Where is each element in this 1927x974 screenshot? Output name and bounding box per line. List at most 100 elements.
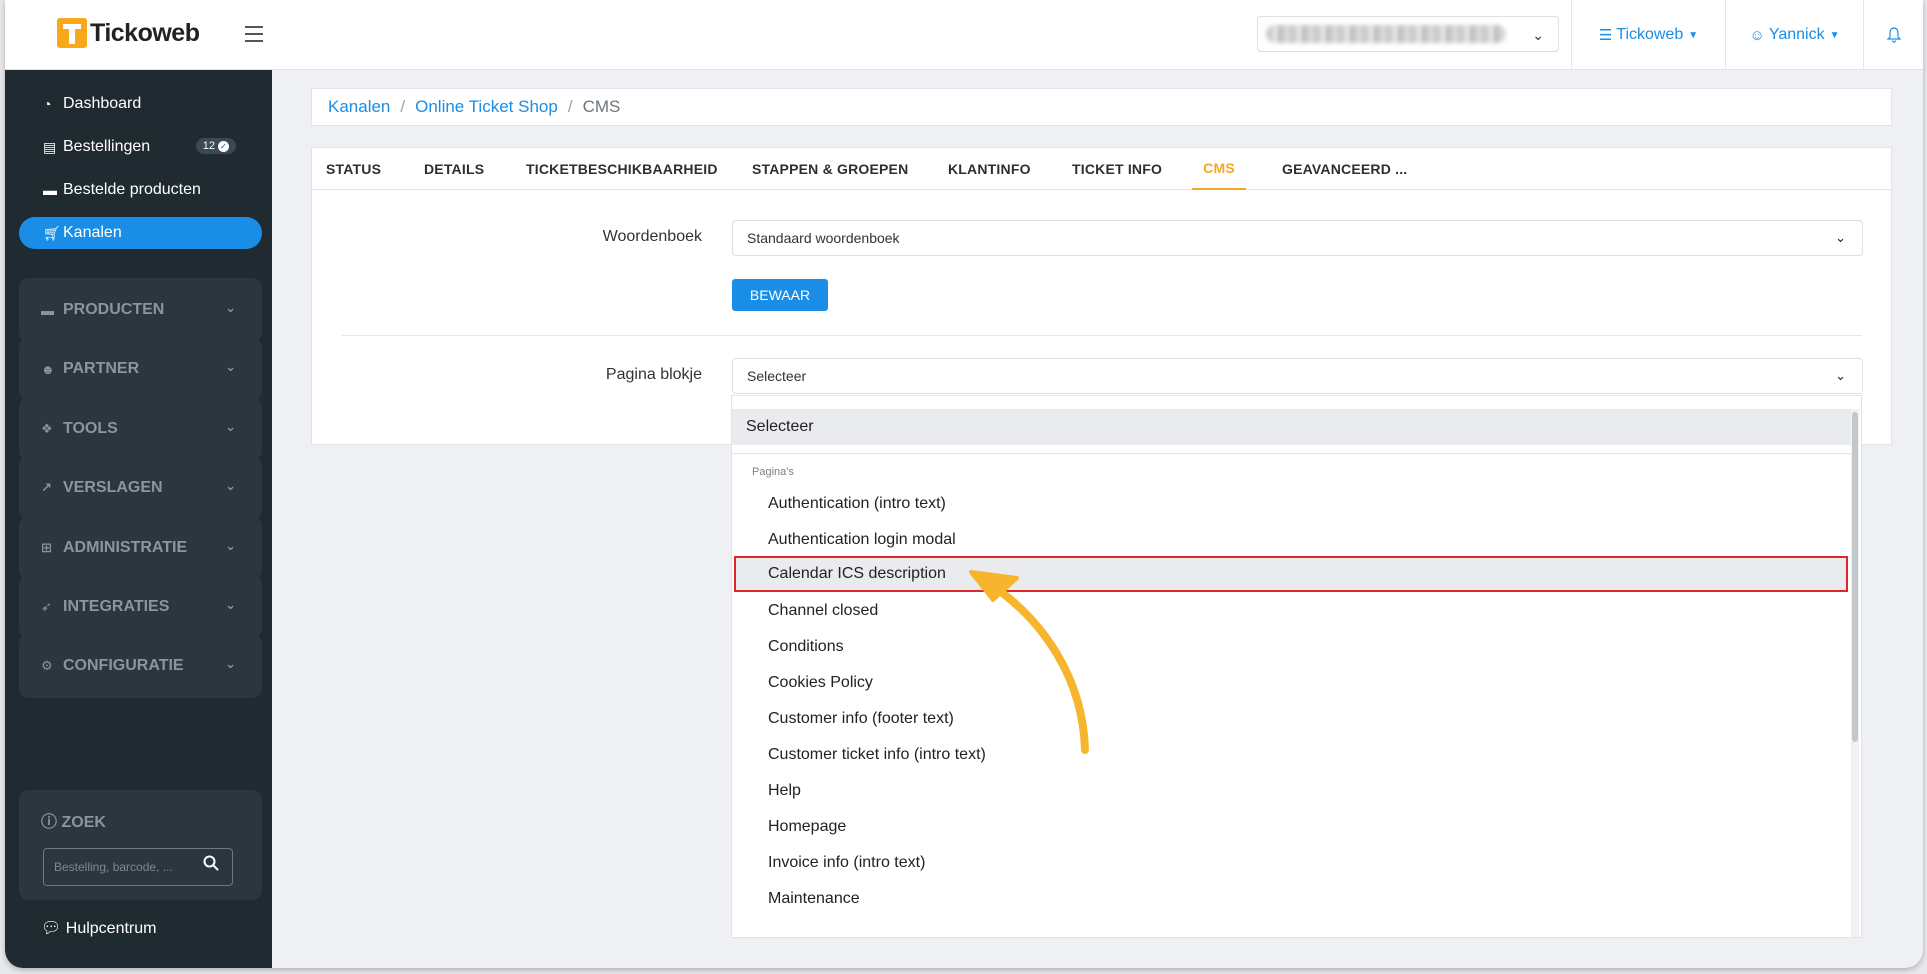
ticket-icon: ▬ — [41, 302, 54, 318]
dashboard-icon: ◔ — [43, 96, 52, 112]
cart-icon: 🛒︎ — [43, 224, 61, 241]
menu-toggle-icon[interactable] — [245, 26, 263, 42]
sidebar-group-label: CONFIGURATIE — [63, 657, 184, 674]
dropdown-option[interactable]: Conditions — [732, 629, 1852, 665]
sidebar-group-label: ADMINISTRATIE — [63, 539, 188, 556]
gear-icon: ⚙ — [41, 658, 53, 673]
sidebar-group-producten[interactable]: ▬ PRODUCTEN ⌄ — [19, 278, 262, 342]
dropdown-option[interactable]: Cookies Policy — [732, 665, 1852, 701]
dictionary-select[interactable]: Standaard woordenboek ⌄ — [732, 220, 1863, 256]
sidebar-group-partner[interactable]: ☻ PARTNER ⌄ — [19, 337, 262, 401]
sidebar-search-panel: ⓘ ZOEK — [19, 790, 262, 900]
dropdown-group-label: Pagina's — [752, 466, 794, 478]
tab-bar: STATUS DETAILS TICKETBESCHIKBAARHEID STA… — [312, 148, 1891, 190]
dropdown-option[interactable]: Maintenance — [732, 881, 1852, 917]
help-center-link[interactable]: 💬︎ Hulpcentrum — [41, 918, 156, 938]
search-icon[interactable] — [203, 855, 219, 876]
search-title: ⓘ ZOEK — [41, 808, 106, 832]
breadcrumb-link-kanalen[interactable]: Kanalen — [328, 97, 390, 117]
organisation-menu-label: Tickoweb — [1616, 26, 1684, 43]
logo[interactable]: Tickoweb — [57, 18, 200, 48]
sidebar-group-configuratie[interactable]: ⚙ CONFIGURATIE ⌄ — [19, 634, 262, 698]
tab-geavanceerd[interactable]: GEAVANCEERD ... — [1282, 148, 1407, 190]
breadcrumb-current: CMS — [582, 97, 621, 116]
tab-ticket-info[interactable]: TICKET INFO — [1072, 148, 1162, 190]
page-block-select[interactable]: Selecteer ⌄ — [732, 358, 1863, 394]
app-window: Tickoweb ⌄ ☰ Tickoweb ▼ ☺ Yannick ▼ ◔ Da… — [5, 0, 1923, 968]
orders-count: 12 — [202, 140, 215, 152]
sliders-icon: ☰ — [1598, 27, 1613, 44]
bell-icon — [1886, 27, 1901, 43]
search-title-text: ZOEK — [61, 814, 106, 831]
tab-ticketbeschikbaarheid[interactable]: TICKETBESCHIKBAARHEID — [526, 148, 718, 190]
dictionary-label: Woordenboek — [602, 228, 702, 245]
sidebar-group-verslagen[interactable]: ↗ VERSLAGEN ⌄ — [19, 456, 262, 520]
dropdown-option[interactable]: Customer info (footer text) — [732, 701, 1852, 737]
chevron-down-icon: ⌄ — [225, 538, 236, 553]
sidebar-group-label: PRODUCTEN — [63, 301, 165, 318]
dropdown-option[interactable]: Customer ticket info (intro text) — [732, 737, 1852, 773]
user-menu-label: Yannick — [1768, 26, 1825, 43]
tab-status[interactable]: STATUS — [326, 148, 381, 190]
user-icon: ☻ — [41, 361, 55, 377]
sidebar-item-label: Bestelde producten — [63, 181, 201, 198]
dropdown-option[interactable]: Invoice info (intro text) — [732, 845, 1852, 881]
section-divider — [342, 335, 1862, 336]
dropdown-option[interactable]: Homepage — [732, 809, 1852, 845]
sidebar-group-label: TOOLS — [63, 420, 118, 437]
breadcrumb-link-online-ticket-shop[interactable]: Online Ticket Shop — [415, 97, 558, 117]
user-menu[interactable]: ☺ Yannick ▼ — [1725, 0, 1863, 70]
logo-text: Tickoweb — [90, 18, 200, 47]
dropdown-option[interactable]: Authentication login modal — [732, 522, 1852, 558]
dropdown-option[interactable]: Authentication (intro text) — [732, 486, 1852, 522]
sidebar-item-bestellingen[interactable]: ▤ Bestellingen 12 ✓ — [19, 131, 262, 163]
caret-down-icon: ▼ — [1829, 29, 1840, 41]
tab-details[interactable]: DETAILS — [424, 148, 484, 190]
dropdown-option[interactable]: Help — [732, 773, 1852, 809]
chevron-down-icon: ⌄ — [225, 656, 236, 671]
file-icon: ▤ — [43, 138, 57, 155]
blurred-organisation-name — [1266, 25, 1506, 43]
tab-klantinfo[interactable]: KLANTINFO — [948, 148, 1031, 190]
sidebar-group-label: INTEGRATIES — [63, 598, 170, 615]
sidebar-item-dashboard[interactable]: ◔ Dashboard — [19, 88, 262, 120]
dropdown-option[interactable]: Channel closed — [732, 593, 1852, 629]
sidebar-group-label: VERSLAGEN — [63, 479, 163, 496]
sidebar-group-label: PARTNER — [63, 360, 140, 377]
dropdown-scrollbar-thumb[interactable] — [1852, 412, 1858, 742]
caret-down-icon: ▼ — [1688, 29, 1699, 41]
organisation-select[interactable]: ⌄ — [1257, 16, 1559, 52]
chevron-down-icon: ⌄ — [1532, 27, 1544, 43]
tab-stappen-groepen[interactable]: STAPPEN & GROEPEN — [752, 148, 908, 190]
page-block-select-value: Selecteer — [747, 368, 807, 384]
chevron-down-icon: ⌄ — [1835, 230, 1846, 245]
chevron-down-icon: ⌄ — [1835, 368, 1846, 383]
sidebar-group-integraties[interactable]: ➶ INTEGRATIES ⌄ — [19, 575, 262, 639]
chevron-down-icon: ⌄ — [225, 359, 236, 374]
chevron-down-icon: ⌄ — [225, 478, 236, 493]
chevron-down-icon: ⌄ — [225, 597, 236, 612]
sidebar-group-tools[interactable]: ❖ TOOLS ⌄ — [19, 397, 262, 461]
help-center-label: Hulpcentrum — [65, 920, 157, 937]
top-bar: Tickoweb ⌄ ☰ Tickoweb ▼ ☺ Yannick ▼ — [5, 0, 1923, 70]
table-icon: ⊞ — [41, 540, 52, 555]
breadcrumb-separator: / — [400, 97, 406, 116]
chevron-down-icon: ⌄ — [225, 300, 236, 315]
dropdown-option-highlighted[interactable]: Calendar ICS description — [734, 556, 1848, 592]
save-button[interactable]: BEWAAR — [732, 279, 828, 311]
sidebar-item-label: Kanalen — [63, 224, 122, 241]
organisation-menu[interactable]: ☰ Tickoweb ▼ — [1571, 0, 1725, 70]
chevron-down-icon: ⌄ — [225, 419, 236, 434]
dropdown-option-selecteer[interactable]: Selecteer — [732, 409, 1852, 445]
sidebar: ◔ Dashboard ▤ Bestellingen 12 ✓ ▬ Bestel… — [5, 70, 272, 968]
sidebar-item-label: Bestellingen — [63, 138, 151, 155]
notifications-button[interactable] — [1863, 0, 1923, 70]
sidebar-group-administratie[interactable]: ⊞ ADMINISTRATIE ⌄ — [19, 516, 262, 580]
chart-icon: ↗ — [41, 480, 52, 495]
chat-icon: 💬︎ — [41, 920, 62, 937]
sidebar-item-kanalen[interactable]: 🛒︎ Kanalen — [19, 217, 262, 249]
user-icon: ☺ — [1749, 26, 1765, 44]
tab-cms[interactable]: CMS — [1192, 148, 1246, 190]
ticket-icon: ▬ — [43, 182, 57, 198]
sidebar-item-bestelde-producten[interactable]: ▬ Bestelde producten — [19, 174, 262, 206]
